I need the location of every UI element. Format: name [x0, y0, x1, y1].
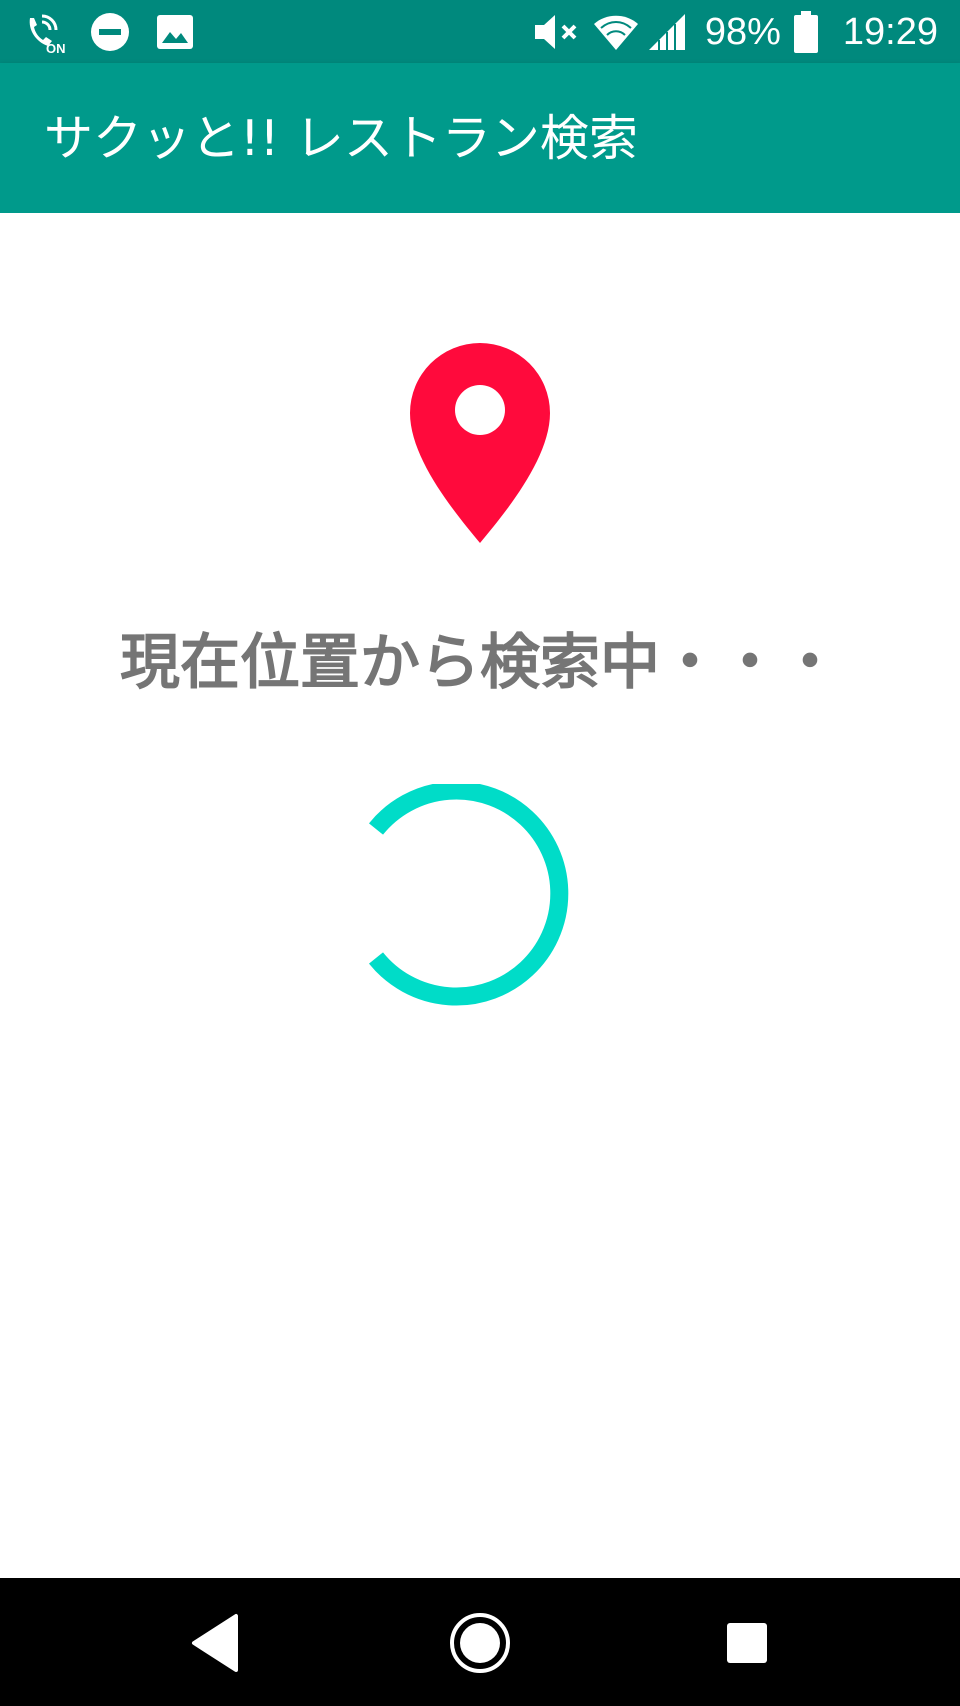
image-icon	[156, 13, 194, 51]
searching-status-text: 現在位置から検索中・・・	[120, 628, 840, 698]
status-left-icons: ON	[24, 10, 194, 56]
home-icon	[450, 1613, 510, 1673]
wifi-calling-on-icon: ON	[24, 10, 68, 56]
cell-signal-icon	[647, 12, 687, 52]
clock: 19:29	[842, 11, 938, 53]
screen: ON 98% 19:29 サクッと!! レストラン検索 現在位置から検索中・・・	[0, 0, 960, 1706]
wifi-icon	[593, 12, 639, 52]
recents-icon	[727, 1623, 767, 1663]
recents-button[interactable]	[712, 1608, 782, 1678]
svg-text:ON: ON	[46, 41, 66, 54]
battery-percentage: 98%	[704, 11, 781, 53]
back-button[interactable]	[188, 1608, 258, 1678]
location-pin-icon	[410, 343, 550, 543]
loading-spinner-icon	[368, 784, 569, 1006]
main-content: 現在位置から検索中・・・	[0, 213, 960, 1578]
volume-muted-icon	[533, 10, 581, 54]
battery-icon	[793, 11, 819, 53]
status-bar: ON 98% 19:29	[0, 0, 960, 63]
navigation-bar	[0, 1578, 960, 1706]
back-icon	[192, 1614, 238, 1672]
status-right-icons: 98% 19:29	[533, 8, 938, 56]
app-title: サクッと!! レストラン検索	[44, 110, 638, 167]
app-bar: サクッと!! レストラン検索	[0, 63, 960, 213]
home-button[interactable]	[445, 1608, 515, 1678]
do-not-disturb-icon	[90, 12, 130, 52]
